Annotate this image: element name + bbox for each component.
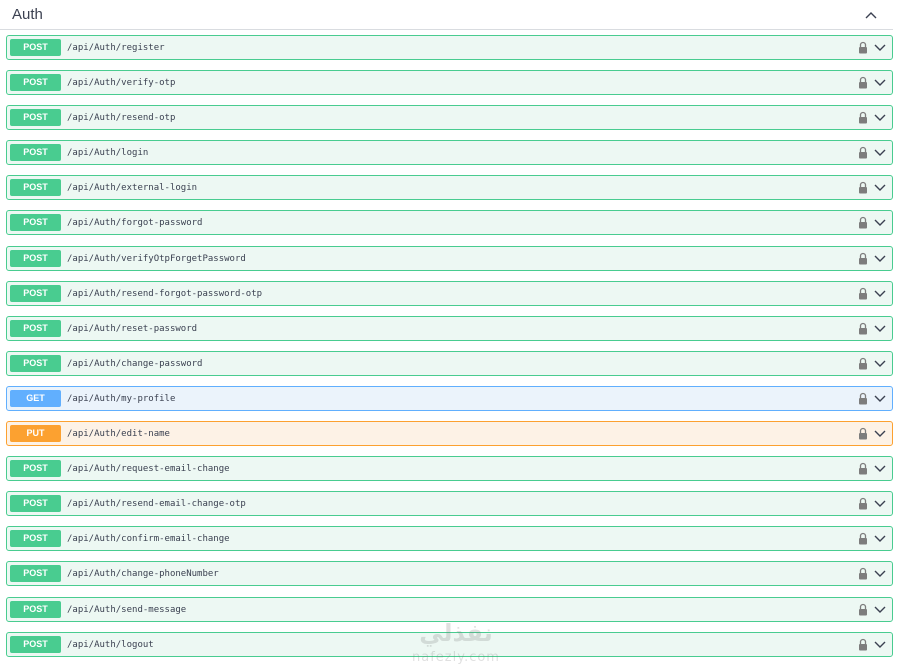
endpoint-path: /api/Auth/edit-name [67, 429, 170, 440]
endpoint-path: /api/Auth/external-login [67, 183, 198, 194]
lock-icon[interactable] [858, 322, 868, 335]
endpoint-path: /api/Auth/change-password [67, 358, 203, 369]
method-badge: POST [10, 74, 61, 92]
endpoint-path: /api/Auth/verifyOtpForgetPassword [67, 253, 246, 264]
section-title: Auth [12, 6, 43, 23]
operation-row[interactable]: POST/api/Auth/forgot-password [6, 210, 893, 236]
lock-icon[interactable] [858, 532, 868, 545]
endpoint-path: /api/Auth/send-message [67, 604, 187, 615]
endpoint-path: /api/Auth/register [67, 43, 165, 53]
endpoint-path: /api/Auth/resend-forgot-password-otp [67, 288, 263, 299]
method-badge: POST [10, 214, 61, 232]
lock-icon[interactable] [858, 181, 868, 194]
endpoint-path: /api/Auth/forgot-password [67, 218, 203, 229]
lock-icon[interactable] [858, 392, 868, 405]
chevron-down-icon[interactable] [873, 323, 887, 334]
chevron-down-icon[interactable] [873, 358, 887, 369]
endpoint-path: /api/Auth/login [67, 148, 149, 159]
lock-icon[interactable] [858, 603, 868, 616]
method-badge: POST [10, 39, 61, 56]
endpoint-path: /api/Auth/resend-email-change-otp [67, 499, 246, 510]
lock-icon[interactable] [858, 427, 868, 440]
chevron-down-icon[interactable] [873, 112, 887, 123]
lock-icon[interactable] [858, 497, 868, 510]
lock-icon[interactable] [858, 111, 868, 124]
chevron-down-icon[interactable] [873, 568, 887, 579]
lock-icon[interactable] [858, 357, 868, 370]
operation-row[interactable]: POST/api/Auth/login [6, 140, 893, 166]
chevron-down-icon[interactable] [873, 182, 887, 193]
operation-row[interactable]: POST/api/Auth/external-login [6, 175, 893, 201]
endpoint-path: /api/Auth/resend-otp [67, 113, 176, 124]
operation-row[interactable]: POST/api/Auth/change-phoneNumber [6, 561, 893, 587]
chevron-up-icon[interactable] [864, 9, 878, 21]
operation-row[interactable]: POST/api/Auth/resend-forgot-password-otp [6, 280, 893, 306]
operation-row[interactable]: POST/api/Auth/request-email-change [6, 456, 893, 482]
operation-row[interactable]: GET/api/Auth/my-profile [6, 385, 893, 411]
method-badge: POST [10, 354, 61, 372]
lock-icon[interactable] [858, 567, 868, 580]
lock-icon[interactable] [858, 252, 868, 265]
method-badge: POST [10, 460, 61, 478]
endpoint-path: /api/Auth/logout [67, 639, 154, 650]
method-badge: POST [10, 600, 61, 618]
chevron-down-icon[interactable] [873, 147, 887, 158]
chevron-down-icon[interactable] [873, 288, 887, 299]
chevron-down-icon[interactable] [873, 604, 887, 615]
lock-icon[interactable] [858, 76, 868, 89]
method-badge: GET [10, 389, 61, 407]
chevron-down-icon[interactable] [873, 533, 887, 544]
endpoint-path: /api/Auth/confirm-email-change [67, 534, 230, 545]
operation-row[interactable]: POST/api/Auth/send-message [6, 596, 893, 622]
chevron-down-icon[interactable] [873, 498, 887, 509]
operation-row[interactable]: POST/api/Auth/resend-email-change-otp [6, 491, 893, 517]
chevron-down-icon[interactable] [873, 428, 887, 439]
endpoint-path: /api/Auth/reset-password [67, 323, 198, 334]
swagger-page: Auth POST/api/Auth/register POST/api/Auth… [0, 0, 913, 672]
lock-icon[interactable] [858, 146, 868, 159]
chevron-down-icon[interactable] [873, 42, 887, 53]
endpoint-path: /api/Auth/my-profile [67, 393, 176, 404]
lock-icon[interactable] [858, 638, 868, 651]
method-badge: POST [10, 495, 61, 513]
chevron-down-icon[interactable] [873, 393, 887, 404]
method-badge: POST [10, 144, 61, 162]
operation-row[interactable]: PUT/api/Auth/edit-name [6, 421, 893, 447]
method-badge: PUT [10, 425, 61, 443]
method-badge: POST [10, 635, 61, 653]
method-badge: POST [10, 319, 61, 337]
auth-section-header[interactable]: Auth [0, 0, 893, 30]
operation-row[interactable]: POST/api/Auth/register [6, 35, 893, 60]
method-badge: POST [10, 530, 61, 548]
lock-icon[interactable] [858, 287, 868, 300]
endpoint-path: /api/Auth/request-email-change [67, 464, 230, 475]
chevron-down-icon[interactable] [873, 217, 887, 228]
operation-row[interactable]: POST/api/Auth/logout [6, 631, 893, 657]
method-badge: POST [10, 179, 61, 197]
operations-list: POST/api/Auth/register POST/api/Auth/veri… [6, 35, 893, 667]
method-badge: POST [10, 249, 61, 267]
operation-row[interactable]: POST/api/Auth/confirm-email-change [6, 526, 893, 552]
chevron-down-icon[interactable] [873, 77, 887, 88]
operation-row[interactable]: POST/api/Auth/verify-otp [6, 70, 893, 96]
operation-row[interactable]: POST/api/Auth/reset-password [6, 315, 893, 341]
chevron-down-icon[interactable] [873, 463, 887, 474]
chevron-down-icon[interactable] [873, 639, 887, 650]
operation-row[interactable]: POST/api/Auth/change-password [6, 350, 893, 376]
method-badge: POST [10, 109, 61, 127]
lock-icon[interactable] [858, 462, 868, 475]
chevron-down-icon[interactable] [873, 253, 887, 264]
endpoint-path: /api/Auth/change-phoneNumber [67, 569, 219, 580]
method-badge: POST [10, 565, 61, 583]
lock-icon[interactable] [858, 41, 868, 54]
lock-icon[interactable] [858, 216, 868, 229]
operation-row[interactable]: POST/api/Auth/verifyOtpForgetPassword [6, 245, 893, 271]
operation-row[interactable]: POST/api/Auth/resend-otp [6, 105, 893, 131]
endpoint-path: /api/Auth/verify-otp [67, 78, 176, 89]
method-badge: POST [10, 284, 61, 302]
